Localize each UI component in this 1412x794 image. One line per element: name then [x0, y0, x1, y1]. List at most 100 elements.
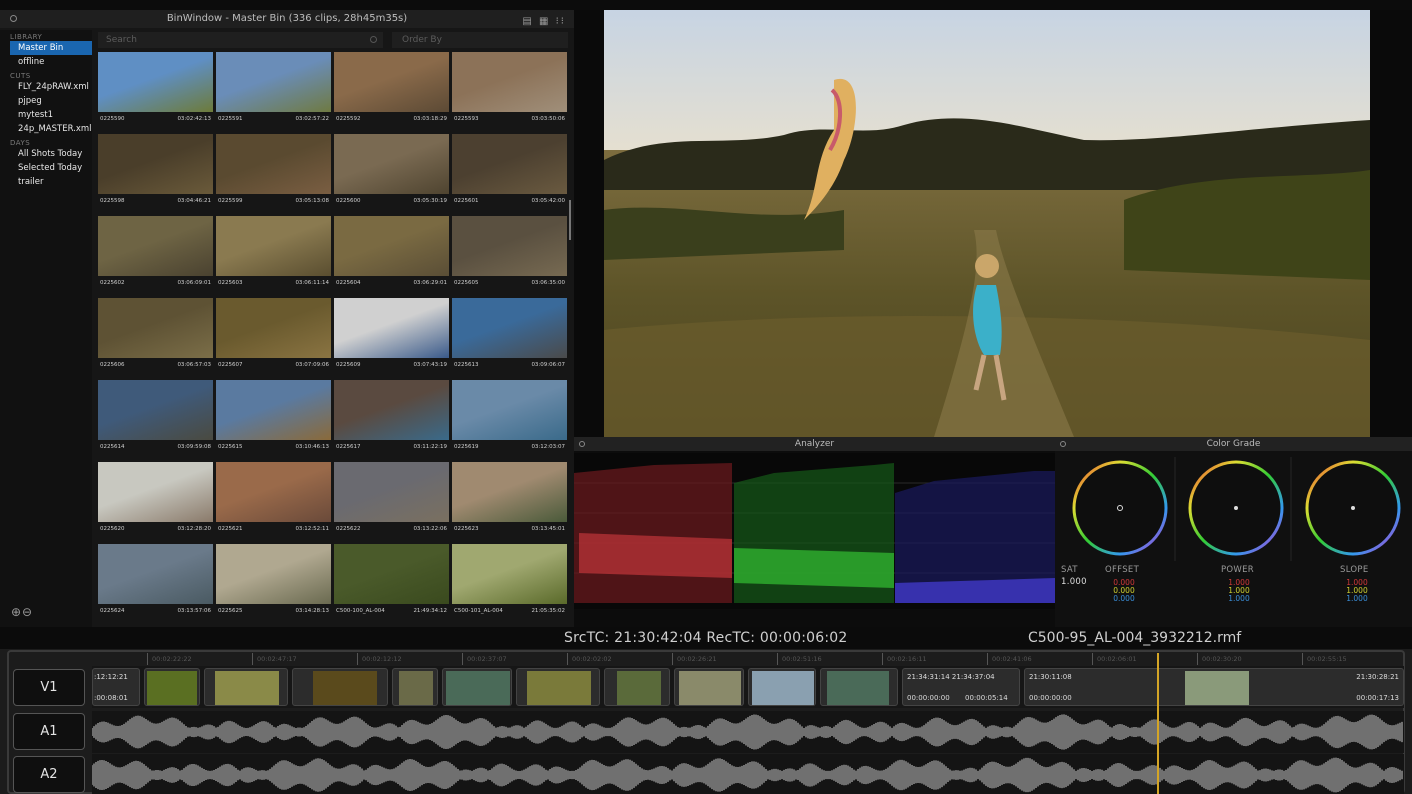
a1-waveform	[91, 714, 1403, 750]
clip-thumbnail	[452, 544, 567, 604]
bin-clip[interactable]: 0225599 03:05:13:08	[216, 134, 331, 214]
search-input[interactable]: Search	[98, 32, 383, 48]
bin-clip[interactable]: 0225620 03:12:28:20	[98, 462, 213, 542]
offset-wheel[interactable]	[1072, 460, 1168, 556]
bin-clip[interactable]: 0225625 03:14:28:13	[216, 544, 331, 624]
sat-label: SAT	[1061, 565, 1078, 575]
clip-timecode: 03:05:42:00	[531, 198, 565, 204]
timeline-clip[interactable]	[674, 668, 744, 706]
bin-clip[interactable]: 0225606 03:06:57:03	[98, 298, 213, 378]
bin-clip[interactable]: C500-100_AL-004 21:49:34:12	[334, 544, 449, 624]
timeline-clip[interactable]	[748, 668, 816, 706]
bin-clip[interactable]: 0225590 03:02:42:13	[98, 52, 213, 132]
bin-clip[interactable]: 0225615 03:10:46:13	[216, 380, 331, 460]
bin-clip[interactable]: 0225607 03:07:09:06	[216, 298, 331, 378]
bin-clip[interactable]: 0225619 03:12:03:07	[452, 380, 567, 460]
waveform-parade	[574, 453, 1055, 609]
slope-b-value[interactable]: 1.000	[1337, 595, 1377, 603]
bin-clip[interactable]: 0225591 03:02:57:22	[216, 52, 331, 132]
bin-clip[interactable]: 0225602 03:06:09:01	[98, 216, 213, 296]
timeline-clip[interactable]	[392, 668, 438, 706]
bin-clip[interactable]: 0225622 03:13:22:06	[334, 462, 449, 542]
ruler-tick: 00:02:55:15	[1302, 653, 1347, 665]
timeline-clip[interactable]: 21:34:31:14 21:34:37:04 00:00:00:00 00:0…	[902, 668, 1020, 706]
cut-item[interactable]: FLY_24pRAW.xml	[0, 80, 92, 94]
cut-item[interactable]: pjpeg	[0, 94, 92, 108]
clip-name: 0225615	[218, 444, 243, 450]
library-item-master-bin[interactable]: Master Bin	[10, 41, 92, 55]
track-a2-button[interactable]: A2	[13, 756, 85, 793]
timeline-clip[interactable]: :12:12:21 :00:08:01	[92, 668, 140, 706]
playhead[interactable]	[1157, 653, 1159, 794]
cut-item[interactable]: 24p_MASTER.xml	[0, 122, 92, 136]
ruler-tick: 00:02:22:22	[147, 653, 192, 665]
timeline-clip[interactable]	[442, 668, 512, 706]
slope-label: SLOPE	[1340, 565, 1369, 575]
day-item[interactable]: All Shots Today	[0, 147, 92, 161]
timeline-clip[interactable]	[292, 668, 388, 706]
slope-wheel[interactable]	[1305, 460, 1401, 556]
a1-track[interactable]	[91, 711, 1404, 753]
clip-timecode: 03:06:29:01	[413, 280, 447, 286]
timeline-clip[interactable]	[144, 668, 200, 706]
bin-clip[interactable]: 0225609 03:07:43:19	[334, 298, 449, 378]
clear-icon[interactable]	[370, 36, 377, 43]
a2-track[interactable]	[91, 754, 1404, 794]
timeline-ruler[interactable]: 00:02:22:22 00:02:47:17 00:02:12:12 00:02:3…	[92, 653, 1402, 665]
close-icon[interactable]	[579, 441, 585, 447]
clip-name: 0225592	[336, 116, 361, 122]
clip-name: 0225613	[454, 362, 479, 368]
bin-clip[interactable]: 0225603 03:06:11:14	[216, 216, 331, 296]
bin-window: BinWindow - Master Bin (336 clips, 28h45…	[0, 10, 574, 627]
order-by-select[interactable]: Order By	[392, 32, 568, 48]
bin-clip[interactable]: 0225604 03:06:29:01	[334, 216, 449, 296]
clip-thumbnail	[98, 134, 213, 194]
timeline: 00:02:22:22 00:02:47:17 00:02:12:12 00:02:3…	[0, 649, 1412, 794]
day-item[interactable]: Selected Today	[0, 161, 92, 175]
bin-clip[interactable]: 0225600 03:05:30:19	[334, 134, 449, 214]
bin-clip[interactable]: 0225593 03:03:50:06	[452, 52, 567, 132]
timeline-clip[interactable]	[604, 668, 670, 706]
clip-thumbnail	[216, 134, 331, 194]
clip-thumbnail	[98, 216, 213, 276]
ruler-tick: 00:02:30:20	[1197, 653, 1242, 665]
cut-item[interactable]: mytest1	[0, 108, 92, 122]
bin-clip[interactable]: 0225592 03:03:18:29	[334, 52, 449, 132]
add-remove-icon[interactable]: ⊕⊖	[11, 605, 33, 619]
timeline-clip[interactable]	[204, 668, 288, 706]
track-v1-button[interactable]: V1	[13, 669, 85, 706]
bin-scrollbar[interactable]	[569, 200, 571, 240]
bin-clip[interactable]: 0225613 03:09:06:07	[452, 298, 567, 378]
offset-b-value[interactable]: 0.000	[1104, 595, 1144, 603]
day-item[interactable]: trailer	[0, 175, 92, 189]
bin-clip[interactable]: 0225617 03:11:22:19	[334, 380, 449, 460]
track-a1-button[interactable]: A1	[13, 713, 85, 750]
clip-thumbnail	[452, 52, 567, 112]
timeline-clip[interactable]: 21:30:11:08 00:00:00:00 21:30:28:21 00:0…	[1024, 668, 1404, 706]
v1-track[interactable]: :12:12:21 :00:08:01 21:34:31:14 21:34:37…	[92, 666, 1404, 708]
clip-timecode: 03:07:43:19	[413, 362, 447, 368]
close-icon[interactable]	[10, 15, 17, 22]
power-b-value[interactable]: 1.000	[1219, 595, 1259, 603]
bin-clip[interactable]: C500-101_AL-004 21:05:35:02	[452, 544, 567, 624]
timeline-clip[interactable]	[516, 668, 600, 706]
bin-clip[interactable]: 0225601 03:05:42:00	[452, 134, 567, 214]
timeline-clip[interactable]	[820, 668, 898, 706]
sat-value[interactable]: 1.000	[1061, 577, 1087, 587]
clip-name: 0225606	[100, 362, 125, 368]
ruler-tick: 00:02:51:16	[777, 653, 822, 665]
bin-clip[interactable]: 0225624 03:13:57:06	[98, 544, 213, 624]
close-icon[interactable]	[1060, 441, 1066, 447]
library-item-offline[interactable]: offline	[0, 55, 92, 69]
bin-clip[interactable]: 0225623 03:13:45:01	[452, 462, 567, 542]
clip-timecode: 03:03:18:29	[413, 116, 447, 122]
view-mode-icons[interactable]: ▤ ▦ ⁝⁝	[522, 13, 566, 31]
clip-thumbnail	[334, 462, 449, 522]
bin-clip[interactable]: 0225598 03:04:46:21	[98, 134, 213, 214]
bin-clip[interactable]: 0225605 03:06:35:00	[452, 216, 567, 296]
clip-thumbnail	[334, 544, 449, 604]
bin-clip[interactable]: 0225614 03:09:59:08	[98, 380, 213, 460]
clip-timecode: 03:02:57:22	[295, 116, 329, 122]
power-wheel[interactable]	[1188, 460, 1284, 556]
bin-clip[interactable]: 0225621 03:12:52:11	[216, 462, 331, 542]
